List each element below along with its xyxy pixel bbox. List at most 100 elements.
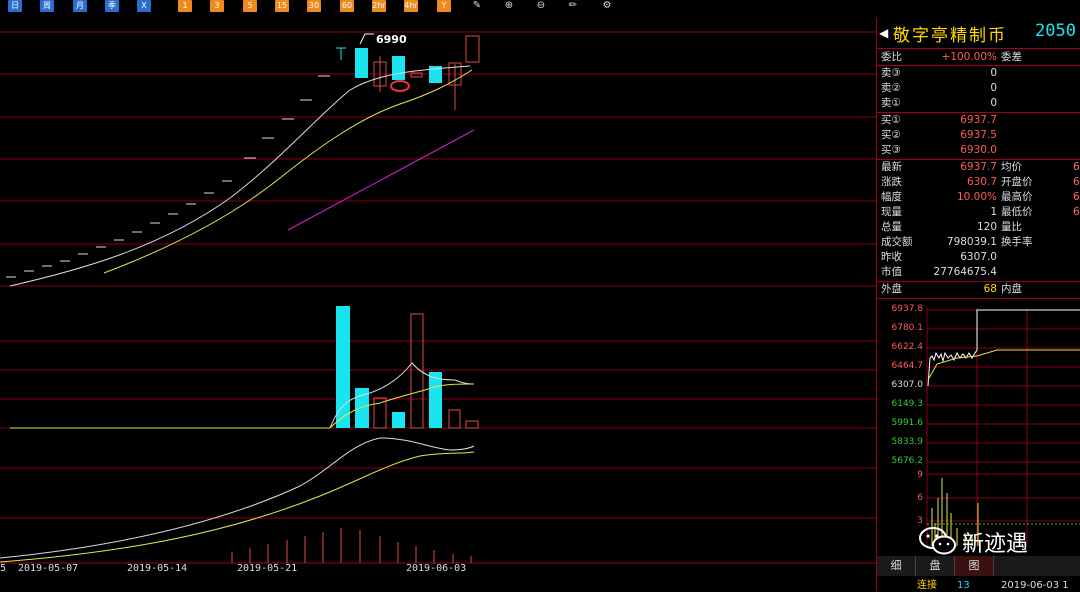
high-price-label: 6990 [376,33,407,46]
left-arrow-icon[interactable]: ◀ [879,26,888,40]
low-label: 最低价 [1001,206,1033,218]
weibi-label: 委比 [881,51,902,63]
sell1-value: 0 [990,97,997,109]
tab-quote[interactable]: 盘 [916,556,955,576]
tab-chart[interactable]: 图 [955,556,994,576]
interval-button-3[interactable]: 3 [210,0,224,12]
period-button-week[interactable]: 周 [40,0,54,12]
period-button-quarter[interactable]: 季 [105,0,119,12]
candle-bar [392,56,405,80]
prev-close-value: 6307.0 [960,251,997,263]
sell2-label: 卖② [881,82,901,94]
avg-value: 6 [1073,161,1080,173]
interval-button-60[interactable]: 60 [340,0,354,12]
indicator-line-white [0,437,475,559]
intraday-chart[interactable] [877,298,1080,556]
range-value: 10.00% [956,191,997,203]
quote-row-total-volume: 总量 120 量比 [877,220,1080,235]
mkt-cap-value: 27764675.4 [933,266,997,278]
indicator-bars [231,528,472,563]
outer-label: 外盘 [881,283,902,295]
view-tabs: 细 盘 图 [877,556,1080,576]
change-label: 涨跌 [881,176,902,188]
zoom-in-icon[interactable]: ⊕ [502,0,516,12]
gear-icon[interactable]: ⚙ [600,0,614,12]
high-label: 最高价 [1001,191,1033,203]
wechat-icon [919,527,956,555]
open-label: 开盘价 [1001,176,1033,188]
change-value: 630.7 [966,176,997,188]
quote-row-market-cap: 市值 27764675.4 [877,265,1080,280]
interval-button-1[interactable]: 1 [178,0,192,12]
volume-bar [448,409,461,429]
mini-grid [926,308,1080,546]
interval-button-4hr[interactable]: 4hr [404,0,418,12]
prev-close-label: 昨收 [881,251,902,263]
total-vol-label: 总量 [881,221,902,233]
volume-bar [336,306,350,428]
sell3-label: 卖③ [881,67,901,79]
stock-code: 2050 [1035,21,1076,41]
quote-row-buy3: 买③ 6930.0 [877,143,1080,158]
watermark: 新迹遇 [918,522,1048,558]
buy2-value: 6937.5 [960,129,997,141]
quote-row-sell3: 卖③ 0 [877,66,1080,81]
outer-value: 68 [983,283,997,295]
quote-row-latest: 最新 6937.7 均价 6 [877,160,1080,175]
ma-line-magenta [287,129,475,231]
pencil-icon[interactable]: ✏ [566,0,580,12]
sell2-value: 0 [990,82,997,94]
candle-bar [465,35,480,63]
x-axis-label: 2019-05-21 [237,563,298,574]
quote-row-prev-close: 昨收 6307.0 [877,250,1080,265]
range-label: 幅度 [881,191,902,203]
quote-row-weibi: 委比 +100.00% 委差 [877,50,1080,65]
quote-row-buy2: 买② 6937.5 [877,128,1080,143]
stock-header: ◀ 敬字亭精制币 2050 [877,18,1080,49]
quote-row-sell2: 卖② 0 [877,81,1080,96]
quote-panel: ◀ 敬字亭精制币 2050 委比 +100.00% 委差 卖③ 0 卖② 0 卖… [876,18,1080,591]
sell3-value: 0 [990,67,997,79]
x-axis-label: 5 [0,563,7,574]
weicha-label: 委差 [1001,51,1022,63]
turnover-rate-label: 换手率 [1001,236,1033,248]
buy2-label: 买② [881,129,901,141]
interval-button-2hr[interactable]: 2hr [372,0,386,12]
quote-row-change: 涨跌 630.7 开盘价 6 [877,175,1080,190]
candle-bar [355,48,368,78]
volume-bar [465,420,479,429]
status-bar: 连接 13 2019-06-03 1 [877,580,1080,592]
period-button-month[interactable]: 月 [73,0,87,12]
high-value: 6 [1073,191,1080,203]
ma-line-white [9,65,471,287]
edit-chart-icon[interactable]: ✎ [470,0,484,12]
status-label: 连接 [917,580,937,591]
open-value: 6 [1073,176,1080,188]
buy3-value: 6930.0 [960,144,997,156]
interval-button-5[interactable]: 5 [243,0,257,12]
watermark-text: 新迹遇 [962,532,1029,557]
interval-button-15[interactable]: 15 [275,0,289,12]
latest-value: 6937.7 [960,161,997,173]
kline-chart[interactable]: 6990 [0,18,876,591]
quote-row-turnover: 成交额 798039.1 换手率 [877,235,1080,250]
quote-row-range: 幅度 10.00% 最高价 6 [877,190,1080,205]
zoom-out-icon[interactable]: ⊖ [534,0,548,12]
quote-row-buy1: 买① 6937.7 [877,113,1080,128]
total-vol-value: 120 [976,221,997,233]
cur-vol-value: 1 [990,206,997,218]
x-axis-label: 2019-05-14 [127,563,188,574]
tab-detail[interactable]: 细 [877,556,916,576]
volume-bar [392,412,405,428]
status-datetime: 2019-06-03 1 [1001,580,1069,591]
interval-button-year[interactable]: Y [437,0,451,12]
vol-ratio-label: 量比 [1001,221,1022,233]
ma-line-yellow [103,69,473,274]
turnover-value: 798039.1 [946,236,997,248]
quote-row-outer-inner: 外盘 68 内盘 [877,282,1080,297]
buy1-label: 买① [881,114,901,126]
x-axis-label: 2019-06-03 [406,563,467,574]
interval-button-30[interactable]: 30 [307,0,321,12]
period-button-day[interactable]: 日 [8,0,22,12]
period-button-x[interactable]: X [137,0,151,12]
